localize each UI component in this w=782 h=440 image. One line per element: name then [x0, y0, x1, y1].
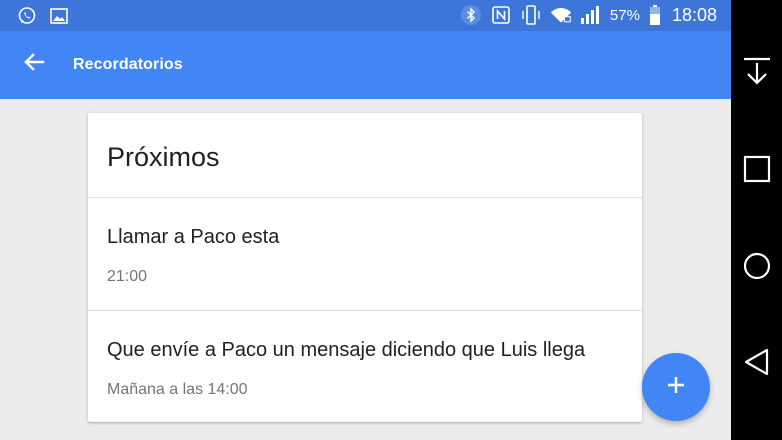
notification-pull-icon	[742, 56, 772, 91]
reminder-title: Que envíe a Paco un mensaje diciendo que…	[107, 339, 586, 361]
wifi-icon	[550, 4, 572, 26]
image-icon	[48, 5, 70, 27]
reminder-time: 21:00	[107, 268, 148, 285]
battery-percent: 57%	[609, 6, 640, 24]
page-title: Recordatorios	[73, 56, 183, 73]
back-button[interactable]	[18, 48, 50, 80]
add-reminder-button[interactable]	[642, 353, 710, 421]
signal-icon	[580, 4, 602, 26]
reminder-item[interactable]: Que envíe a Paco un mensaje diciendo que…	[88, 311, 642, 423]
arrow-back-icon	[23, 51, 45, 78]
nav-back-button[interactable]	[736, 343, 778, 385]
navigation-bar	[731, 0, 782, 440]
reminders-card: Próximos Llamar a Paco esta 21:00 Que en…	[88, 113, 642, 422]
home-button[interactable]	[736, 247, 778, 289]
card-header: Próximos	[88, 113, 642, 198]
vibrate-icon	[520, 4, 542, 26]
status-time: 18:08	[671, 4, 717, 25]
recents-icon	[743, 155, 771, 188]
nfc-icon	[490, 4, 512, 26]
app-screen: 57% 18:08 Recordatorios Próximos Llamar …	[0, 0, 731, 440]
card-title: Próximos	[107, 142, 220, 172]
reminder-title: Llamar a Paco esta	[107, 226, 280, 248]
bluetooth-icon	[460, 4, 482, 26]
notification-pull-button[interactable]	[736, 52, 778, 94]
status-bar: 57% 18:08	[0, 0, 731, 31]
back-icon	[743, 348, 771, 381]
reminder-item[interactable]: Llamar a Paco esta 21:00	[88, 198, 642, 311]
app-bar: Recordatorios	[0, 31, 731, 99]
whatsapp-icon	[16, 5, 38, 27]
recents-button[interactable]	[736, 150, 778, 192]
plus-icon	[665, 374, 687, 401]
home-icon	[743, 252, 771, 285]
reminder-time: Mañana a las 14:00	[107, 381, 248, 398]
battery-icon	[648, 4, 662, 26]
